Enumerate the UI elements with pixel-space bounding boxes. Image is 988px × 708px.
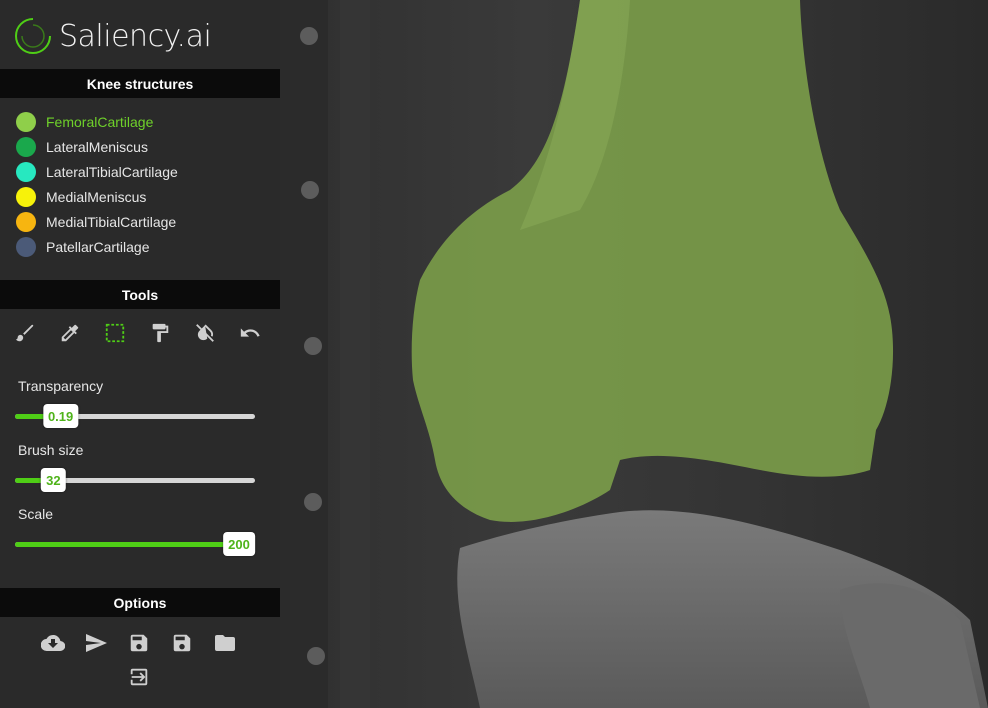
undo-icon	[240, 328, 260, 337]
structure-label: LateralMeniscus	[46, 138, 148, 155]
image-viewer[interactable]	[280, 0, 988, 708]
paint-roller-tool-button[interactable]	[147, 319, 192, 347]
transparency-slider[interactable]: 0.19	[15, 402, 255, 430]
slider-thumb[interactable]: 0.19	[42, 404, 79, 428]
fill-off-tool-button[interactable]	[192, 319, 237, 347]
brush-icon	[15, 324, 34, 342]
options-toolbar	[30, 626, 248, 694]
scale-label: Scale	[18, 506, 54, 522]
brush-size-label: Brush size	[18, 442, 84, 458]
structure-item-lateral-tibial-cartilage[interactable]: LateralTibialCartilage	[16, 159, 178, 184]
xray-strip	[280, 0, 328, 708]
structure-label: MedialTibialCartilage	[46, 213, 177, 230]
tools-header: Tools	[0, 280, 280, 309]
structure-color-dot	[16, 111, 36, 132]
tools-toolbar	[12, 319, 282, 347]
download-button[interactable]	[32, 626, 75, 660]
structure-color-dot	[16, 161, 36, 182]
structure-label: MedialMeniscus	[46, 188, 147, 205]
save-button[interactable]	[118, 626, 161, 660]
logo: Saliency.ai	[15, 14, 212, 58]
save-icon	[130, 634, 148, 652]
selection-icon	[105, 323, 125, 343]
send-icon	[86, 634, 107, 652]
structure-item-lateral-meniscus[interactable]: LateralMeniscus	[16, 134, 178, 159]
xray-band	[340, 0, 370, 708]
structure-item-femoral-cartilage[interactable]: FemoralCartilage	[16, 109, 178, 134]
xray-canvas[interactable]	[280, 0, 988, 708]
structure-item-patellar-cartilage[interactable]: PatellarCartilage	[16, 234, 178, 259]
paint-roller-icon	[152, 323, 169, 343]
logo-text: Saliency.ai	[59, 18, 212, 54]
options-header: Options	[0, 588, 280, 617]
folder-icon	[215, 635, 235, 651]
undo-button[interactable]	[237, 319, 282, 347]
exit-icon	[130, 668, 148, 686]
marker-dot	[304, 493, 322, 511]
send-button[interactable]	[75, 626, 118, 660]
eyedropper-icon	[61, 324, 79, 342]
marker-dot	[301, 181, 319, 199]
cloud-download-icon	[41, 634, 65, 652]
structure-color-dot	[16, 186, 36, 207]
structure-color-dot	[16, 236, 36, 257]
structure-color-dot	[16, 211, 36, 232]
marker-dot	[304, 337, 322, 355]
structures-list: FemoralCartilage LateralMeniscus Lateral…	[16, 109, 178, 259]
structure-item-medial-tibial-cartilage[interactable]: MedialTibialCartilage	[16, 209, 178, 234]
eyedropper-tool-button[interactable]	[57, 319, 102, 347]
exit-button[interactable]	[118, 660, 161, 694]
logo-icon	[15, 18, 51, 54]
structures-header: Knee structures	[0, 69, 280, 98]
selection-tool-button[interactable]	[102, 319, 147, 347]
slider-fill	[15, 542, 239, 547]
structure-color-dot	[16, 136, 36, 157]
marker-dot	[300, 27, 318, 45]
marker-dot	[307, 647, 325, 665]
fill-off-icon	[196, 324, 214, 342]
slider-thumb[interactable]: 32	[41, 468, 66, 492]
structure-item-medial-meniscus[interactable]: MedialMeniscus	[16, 184, 178, 209]
structure-label: PatellarCartilage	[46, 238, 150, 255]
brush-tool-button[interactable]	[12, 319, 57, 347]
structure-label: FemoralCartilage	[46, 113, 154, 130]
open-folder-button[interactable]	[204, 626, 247, 660]
scale-slider[interactable]: 200	[15, 530, 255, 558]
structure-label: LateralTibialCartilage	[46, 163, 178, 180]
save-as-icon	[173, 634, 191, 652]
save-as-button[interactable]	[161, 626, 204, 660]
sidebar: Saliency.ai Knee structures FemoralCarti…	[0, 0, 280, 708]
brush-size-slider[interactable]: 32	[15, 466, 255, 494]
slider-thumb[interactable]: 200	[223, 532, 255, 556]
transparency-label: Transparency	[18, 378, 104, 394]
